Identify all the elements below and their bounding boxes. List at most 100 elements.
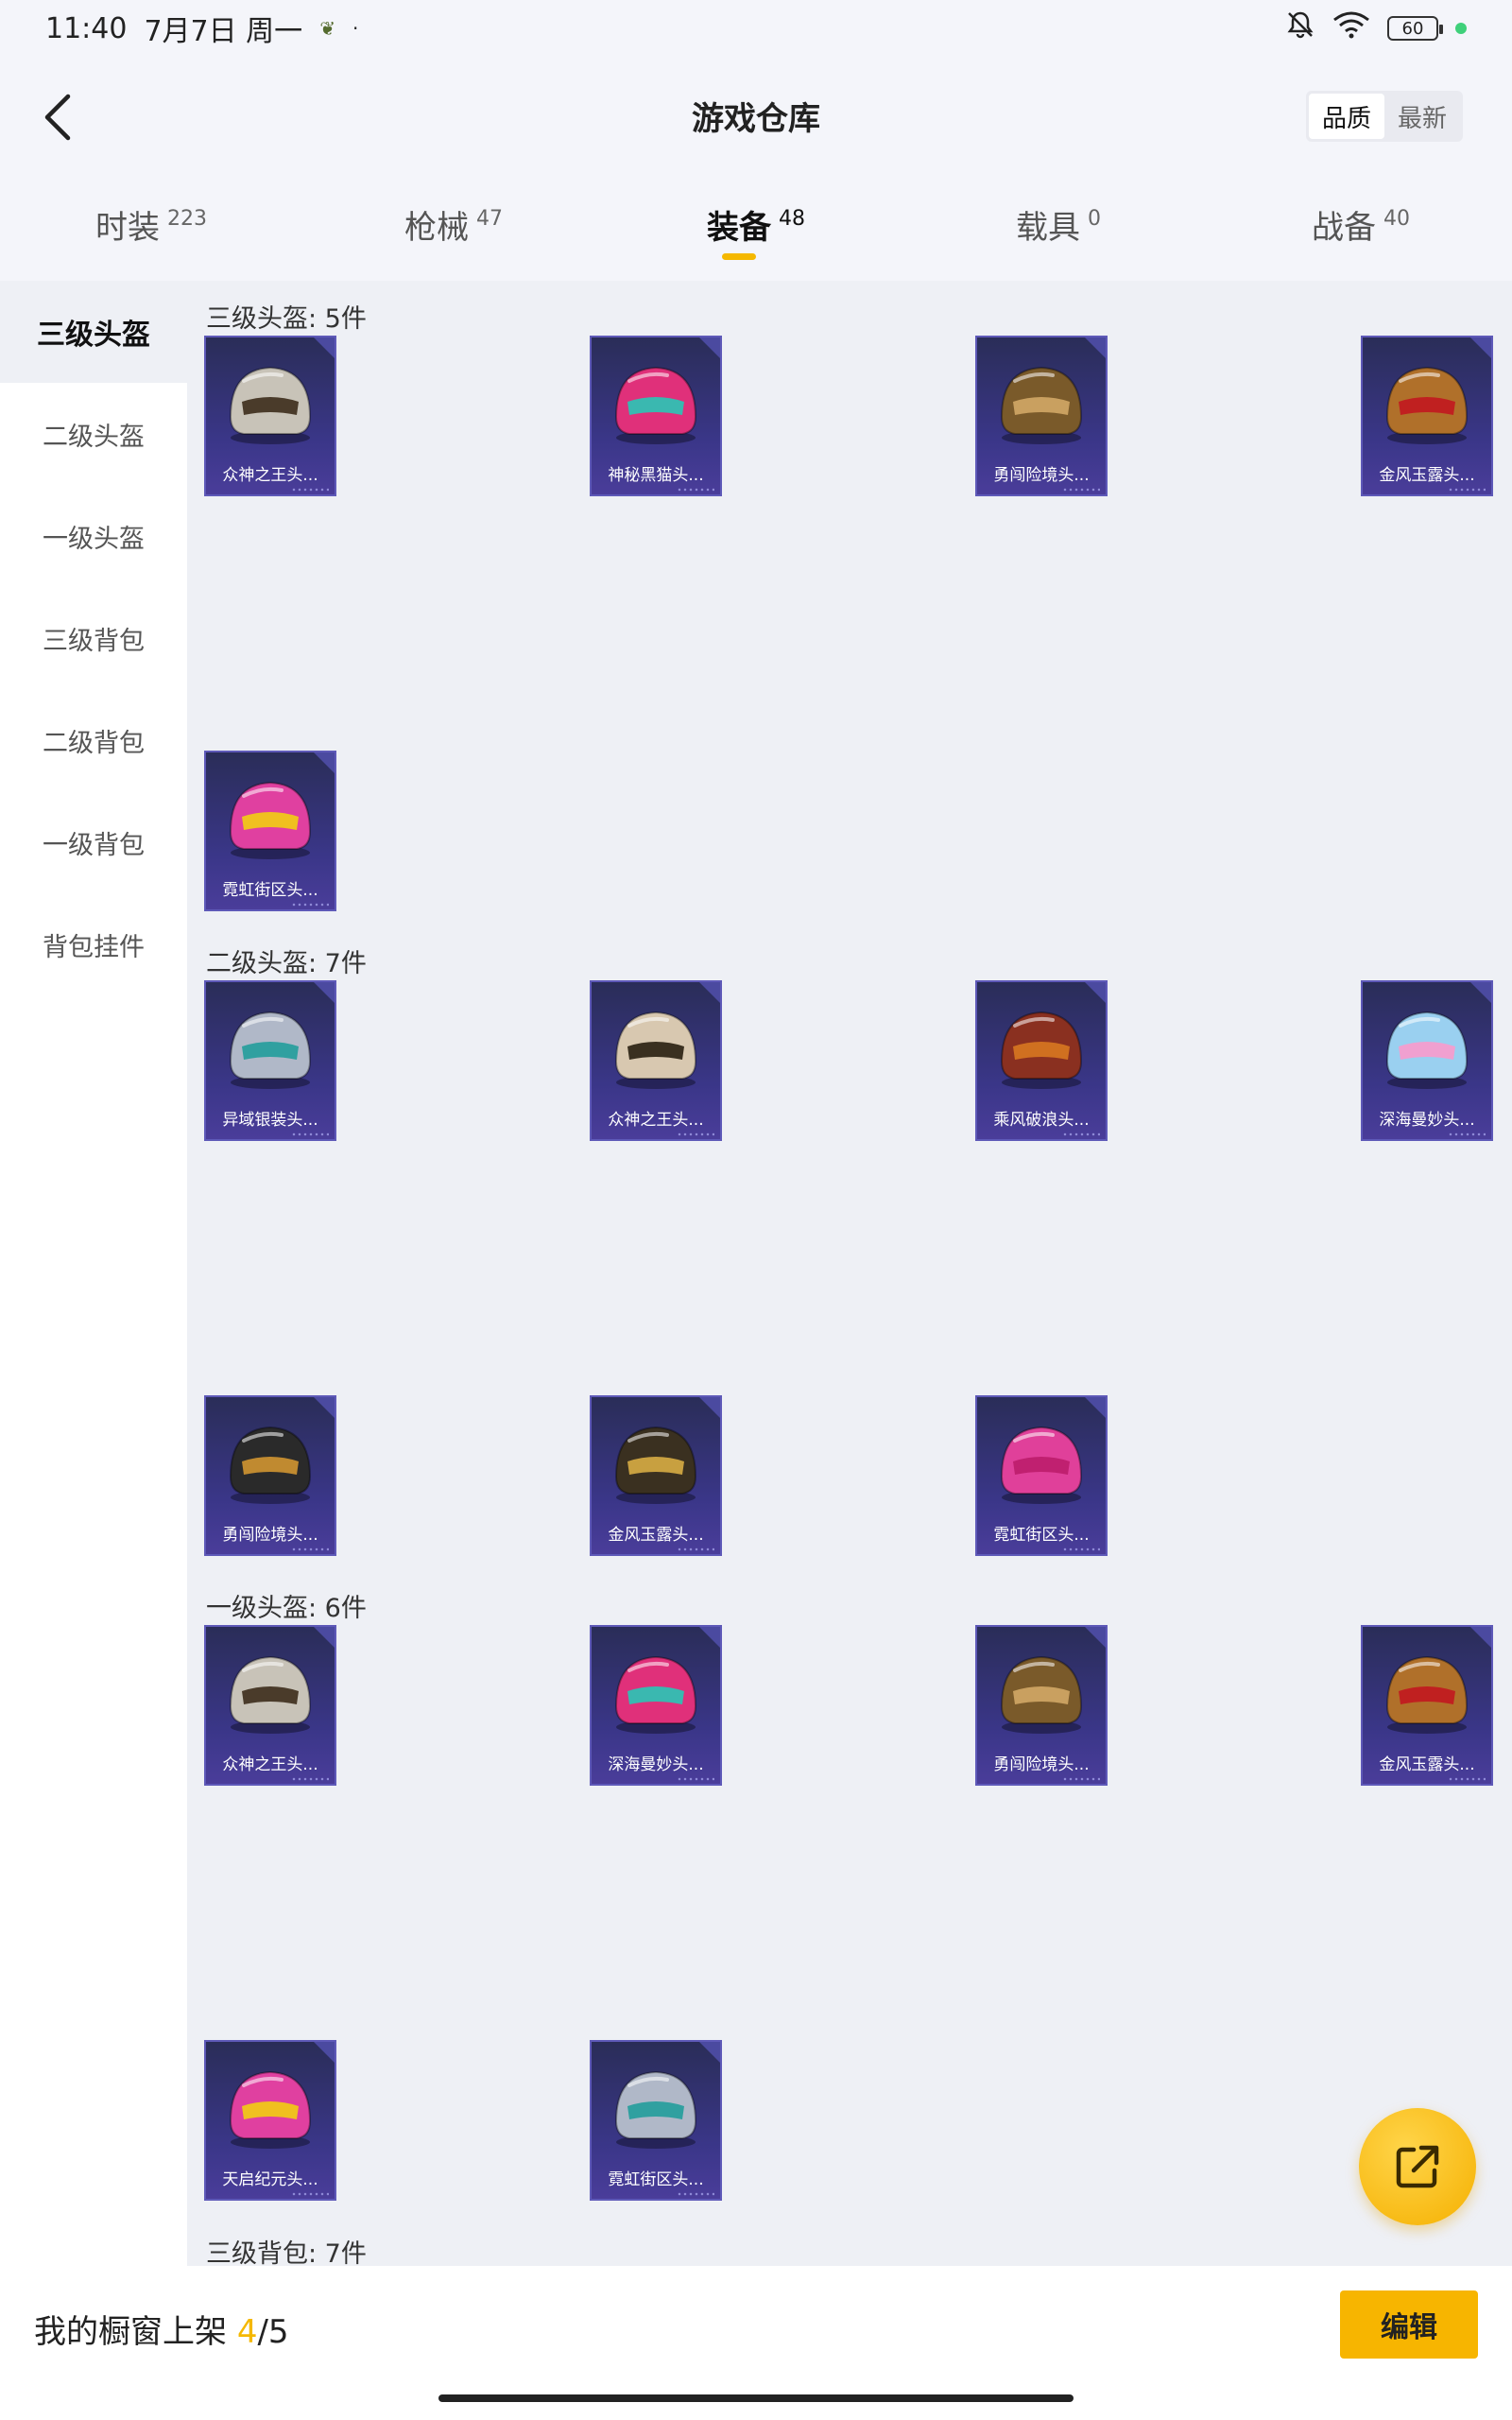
notification-dot-icon: · (352, 17, 359, 40)
item-card[interactable]: 众神之王头... (204, 336, 336, 496)
tab-count: 223 (167, 207, 207, 231)
edit-button[interactable]: 编辑 (1340, 2290, 1478, 2359)
item-name: 霓虹街区头... (222, 881, 318, 900)
sidebar-item-level2-helmet[interactable]: 二级头盔 (0, 383, 187, 485)
tab-label: 时装 (95, 209, 160, 247)
sidebar-item-level2-backpack[interactable]: 二级背包 (0, 689, 187, 791)
item-name: 勇闯险境头... (993, 466, 1090, 485)
showcase-total-count: /5 (257, 2313, 289, 2351)
mute-bell-icon (1285, 9, 1315, 47)
card-decoration (1062, 1132, 1100, 1136)
card-decoration (291, 903, 329, 907)
item-name: 金风玉露头... (1379, 466, 1475, 485)
helmet-icon (1000, 366, 1083, 444)
item-name: 霓虹街区头... (993, 1526, 1090, 1545)
tab-equipment[interactable]: 装备 48 (605, 175, 907, 281)
showcase-label-text: 我的橱窗上架 (34, 2313, 227, 2351)
tab-label: 载具 (1016, 209, 1080, 247)
helmet-icon (614, 2070, 697, 2149)
item-card[interactable]: 勇闯险境头... (975, 336, 1108, 496)
share-button[interactable] (1359, 2108, 1476, 2225)
card-decoration (677, 2192, 714, 2196)
sort-quality-option[interactable]: 品质 (1308, 94, 1384, 139)
helmet-icon (229, 1426, 312, 1504)
sidebar: 三级头盔 二级头盔 一级头盔 三级背包 二级背包 一级背包 背包挂件 (0, 281, 187, 2266)
item-card[interactable]: 勇闯险境头... (975, 1625, 1108, 1786)
item-card[interactable]: 神秘黑猫头... (590, 336, 722, 496)
tab-fashion[interactable]: 时装 223 (0, 175, 302, 281)
item-name: 勇闯险境头... (993, 1755, 1090, 1774)
item-card[interactable]: 霓虹街区头... (590, 2040, 722, 2201)
helmet-icon (614, 1011, 697, 1089)
header: 游戏仓库 品质 最新 (0, 57, 1512, 175)
item-card[interactable]: 众神之王头... (590, 980, 722, 1141)
item-name: 勇闯险境头... (222, 1526, 318, 1545)
item-card[interactable]: 金风玉露头... (1361, 336, 1493, 496)
item-card[interactable]: 勇闯险境头... (204, 1395, 336, 1556)
item-name: 天启纪元头... (222, 2170, 318, 2189)
sidebar-item-backpack-charm[interactable]: 背包挂件 (0, 893, 187, 995)
card-decoration (291, 1547, 329, 1551)
item-card[interactable]: 深海曼妙头... (1361, 980, 1493, 1141)
item-card[interactable]: 金风玉露头... (1361, 1625, 1493, 1786)
tab-count: 40 (1383, 207, 1410, 231)
item-card[interactable]: 乘风破浪头... (975, 980, 1108, 1141)
helmet-icon (229, 366, 312, 444)
helmet-icon (229, 781, 312, 859)
item-card[interactable]: 金风玉露头... (590, 1395, 722, 1556)
helmet-icon (229, 2070, 312, 2149)
category-tabs: 时装 223 枪械 47 装备 48 载具 0 战备 40 (0, 175, 1512, 281)
helmet-icon (1385, 366, 1469, 444)
tab-battle-gear[interactable]: 战备 40 (1210, 175, 1512, 281)
card-decoration (677, 1132, 714, 1136)
tab-count: 48 (779, 207, 805, 231)
status-bar: 11:40 7月7日 周一 ❦ · 60 (0, 0, 1512, 57)
item-name: 深海曼妙头... (608, 1755, 704, 1774)
back-button[interactable] (34, 89, 83, 146)
sidebar-item-level1-backpack[interactable]: 一级背包 (0, 791, 187, 893)
card-decoration (1062, 1777, 1100, 1781)
item-name: 深海曼妙头... (1379, 1111, 1475, 1130)
card-decoration (677, 488, 714, 492)
item-card[interactable]: 霓虹街区头... (204, 751, 336, 911)
helmet-icon (1000, 1426, 1083, 1504)
home-indicator[interactable] (438, 2394, 1074, 2402)
sidebar-item-level3-helmet[interactable]: 三级头盔 (0, 281, 187, 383)
item-name: 众神之王头... (222, 1755, 318, 1774)
card-decoration (1448, 1777, 1486, 1781)
item-name: 金风玉露头... (608, 1526, 704, 1545)
item-name: 异域银装头... (222, 1111, 318, 1130)
tab-label: 枪械 (404, 209, 469, 247)
status-time: 11:40 (45, 11, 128, 45)
item-card[interactable]: 天启纪元头... (204, 2040, 336, 2201)
card-decoration (1448, 1132, 1486, 1136)
privacy-indicator-icon (1455, 23, 1467, 34)
item-card[interactable]: 异域银装头... (204, 980, 336, 1141)
back-arrow-icon (44, 94, 71, 141)
sidebar-item-level1-helmet[interactable]: 一级头盔 (0, 485, 187, 587)
item-name: 众神之王头... (222, 466, 318, 485)
item-card[interactable]: 霓虹街区头... (975, 1395, 1108, 1556)
sidebar-item-level3-backpack[interactable]: 三级背包 (0, 587, 187, 689)
section-title: 三级背包: 7件 (206, 2239, 367, 2266)
helmet-icon (1000, 1655, 1083, 1734)
tab-label: 战备 (1312, 209, 1376, 247)
card-decoration (677, 1547, 714, 1551)
tab-label: 装备 (707, 209, 771, 247)
item-card[interactable]: 众神之王头... (204, 1625, 336, 1786)
tab-guns[interactable]: 枪械 47 (302, 175, 605, 281)
showcase-status: 我的橱窗上架 4/5 (34, 2306, 289, 2352)
share-external-icon (1396, 2145, 1439, 2188)
card-decoration (1448, 488, 1486, 492)
tab-vehicles[interactable]: 载具 0 (907, 175, 1210, 281)
tab-count: 47 (476, 207, 503, 231)
sort-newest-option[interactable]: 最新 (1384, 94, 1460, 139)
section-title: 二级头盔: 7件 (206, 949, 367, 978)
item-name: 神秘黑猫头... (608, 466, 704, 485)
helmet-icon (229, 1655, 312, 1734)
notification-app-icon: ❦ (319, 17, 335, 40)
helmet-icon (1000, 1011, 1083, 1089)
item-card[interactable]: 深海曼妙头... (590, 1625, 722, 1786)
card-decoration (291, 1132, 329, 1136)
card-decoration (291, 1777, 329, 1781)
